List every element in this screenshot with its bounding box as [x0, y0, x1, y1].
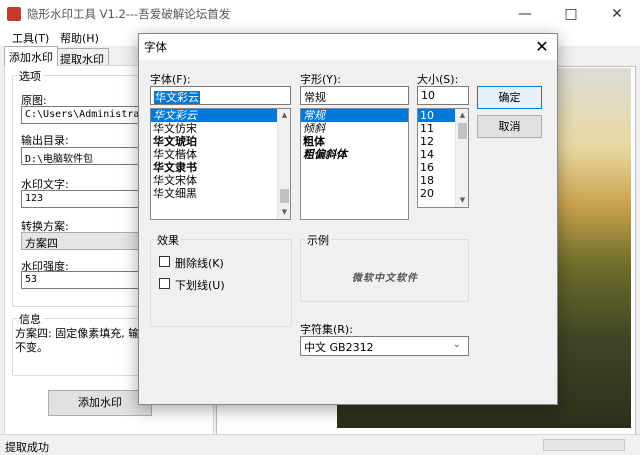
chevron-down-icon: ⌄: [453, 340, 461, 350]
info-text-line-2: 不变。: [15, 341, 48, 354]
font-list-item[interactable]: 华文隶书: [151, 161, 277, 174]
font-list-item[interactable]: 华文仿宋: [151, 122, 277, 135]
menu-tools[interactable]: 工具(T): [12, 30, 49, 46]
scroll-down-icon[interactable]: ▼: [456, 194, 468, 206]
dialog-close-icon[interactable]: ✕: [527, 34, 557, 60]
size-label: 大小(S):: [417, 73, 459, 86]
options-group-title: 选项: [17, 68, 43, 84]
font-label: 字体(F):: [150, 73, 191, 86]
title-bar: 隐形水印工具 V1.2---吾爱破解论坛首发 — □ ✕: [0, 0, 640, 28]
size-list-item[interactable]: 11: [418, 122, 455, 135]
size-list-item[interactable]: 12: [418, 135, 455, 148]
font-size-input[interactable]: 10: [417, 86, 469, 105]
scroll-thumb[interactable]: [280, 189, 289, 203]
font-list-item[interactable]: 华文彩云: [151, 109, 277, 122]
minimize-icon[interactable]: —: [502, 0, 548, 28]
close-icon[interactable]: ✕: [594, 0, 640, 28]
size-list-items: 10 11 12 14 16 18 20: [418, 109, 455, 200]
strikeout-checkbox[interactable]: [159, 256, 170, 267]
dialog-title: 字体: [144, 40, 167, 54]
status-text: 提取成功: [5, 441, 49, 454]
tab-add-watermark[interactable]: 添加水印: [4, 46, 58, 66]
style-list-item[interactable]: 倾斜: [301, 122, 408, 135]
style-list-item[interactable]: 粗偏斜体: [301, 148, 408, 161]
output-label: 输出目录:: [21, 134, 69, 147]
font-style-list[interactable]: 常规 倾斜 粗体 粗偏斜体: [300, 108, 409, 220]
font-size-list[interactable]: 10 11 12 14 16 18 20 ▲ ▼: [417, 108, 469, 208]
charset-select[interactable]: 中文 GB2312 ⌄: [300, 336, 469, 356]
font-name-input[interactable]: 华文彩云: [150, 86, 291, 105]
size-list-item[interactable]: 16: [418, 161, 455, 174]
font-list[interactable]: 华文彩云 华文仿宋 华文琥珀 华文楷体 华文隶书 华文宋体 华文细黑 ▲ ▼: [150, 108, 291, 220]
underline-label: 下划线(U): [175, 279, 225, 292]
status-bar: 提取成功: [0, 434, 640, 455]
underline-checkbox[interactable]: [159, 278, 170, 289]
font-dialog: 字体 ✕ 字体(F): 华文彩云 华文彩云 华文仿宋 华文琥珀 华文楷体 华文隶…: [138, 33, 558, 405]
font-list-item[interactable]: 华文宋体: [151, 174, 277, 187]
font-list-scrollbar[interactable]: ▲ ▼: [277, 109, 290, 219]
scroll-thumb[interactable]: [458, 123, 467, 139]
style-list-item[interactable]: 粗体: [301, 135, 408, 148]
size-list-item[interactable]: 18: [418, 174, 455, 187]
font-list-items: 华文彩云 华文仿宋 华文琥珀 华文楷体 华文隶书 华文宋体 华文细黑: [151, 109, 277, 200]
font-list-item[interactable]: 华文楷体: [151, 148, 277, 161]
font-list-item[interactable]: 华文细黑: [151, 187, 277, 200]
size-list-item[interactable]: 10: [418, 109, 455, 122]
font-name-selected-text: 华文彩云: [154, 91, 200, 104]
window-title: 隐形水印工具 V1.2---吾爱破解论坛首发: [27, 7, 231, 21]
tab-extract-watermark[interactable]: 提取水印: [55, 48, 109, 66]
scroll-up-icon[interactable]: ▲: [278, 109, 290, 121]
font-list-item[interactable]: 华文琥珀: [151, 135, 277, 148]
sample-preview-text: 微软中文软件: [352, 273, 418, 284]
sample-group-title: 示例: [305, 232, 331, 248]
status-progress: [543, 439, 625, 451]
size-list-scrollbar[interactable]: ▲ ▼: [455, 109, 468, 207]
size-list-item[interactable]: 20: [418, 187, 455, 200]
add-watermark-button[interactable]: 添加水印: [48, 390, 152, 416]
dialog-title-bar: 字体 ✕: [139, 34, 557, 60]
style-label: 字形(Y):: [300, 73, 342, 86]
size-list-item[interactable]: 14: [418, 148, 455, 161]
charset-label: 字符集(R):: [300, 323, 353, 336]
cancel-button[interactable]: 取消: [477, 115, 542, 138]
style-list-item[interactable]: 常规: [301, 109, 408, 122]
font-style-input[interactable]: 常规: [300, 86, 409, 105]
scroll-down-icon[interactable]: ▼: [278, 206, 290, 218]
strikeout-label: 删除线(K): [175, 257, 224, 270]
menu-help[interactable]: 帮助(H): [60, 30, 99, 46]
scroll-up-icon[interactable]: ▲: [456, 109, 468, 121]
app-icon: [7, 7, 21, 21]
charset-value: 中文 GB2312: [304, 341, 374, 354]
maximize-icon[interactable]: □: [548, 0, 594, 28]
effects-group-title: 效果: [155, 232, 181, 248]
ok-button[interactable]: 确定: [477, 86, 542, 109]
